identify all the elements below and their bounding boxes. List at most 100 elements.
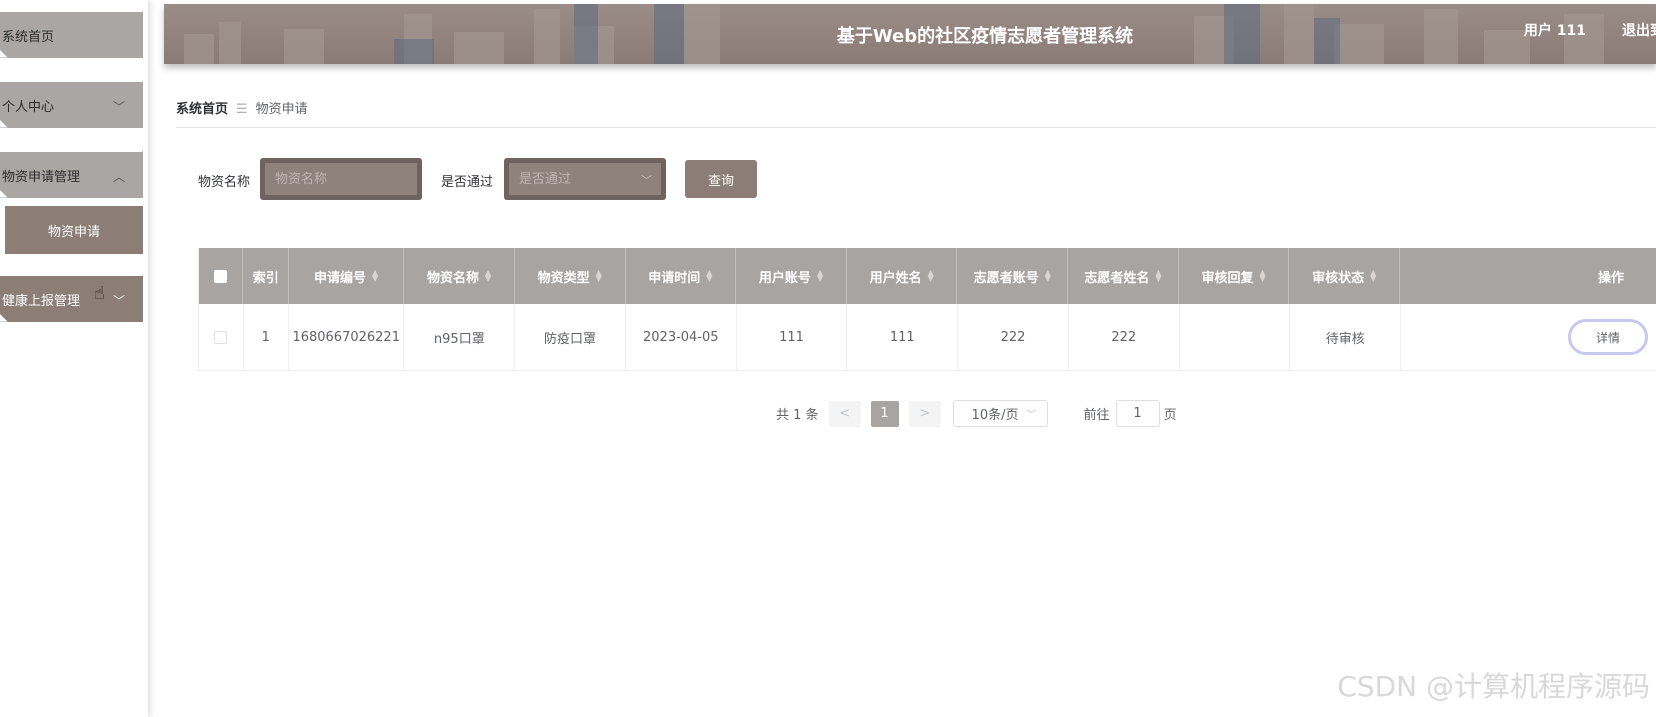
cell-apply-no: 1680667026221 (289, 304, 405, 370)
passed-filter-select[interactable] (509, 163, 661, 195)
column-header[interactable]: 志愿者姓名 ▲ ▼ (1068, 248, 1179, 304)
system-title: 基于Web的社区疫情志愿者管理系统 (836, 26, 1134, 47)
detail-button[interactable]: 详情 (1567, 319, 1648, 355)
current-user: 用户 111 (1523, 23, 1586, 39)
goto-label: 前往 (1083, 408, 1110, 423)
column-header[interactable]: 申请编号 ▲ ▼ (289, 248, 405, 304)
select-all-checkbox[interactable] (214, 269, 228, 283)
top-header: 基于Web的社区疫情志愿者管理系统 用户 111 退出到 (164, 4, 1656, 64)
cell-volunteer-name: 222 (1069, 304, 1180, 370)
header-select-all[interactable] (199, 248, 244, 304)
column-header[interactable]: 物资名称 ▲ ▼ (404, 248, 515, 304)
sort-icon[interactable]: ▲ ▼ (485, 269, 491, 283)
cell-reply (1180, 304, 1291, 370)
sort-icon[interactable]: ▲ ▼ (928, 269, 934, 283)
column-header-label: 审核状态 (1312, 270, 1365, 286)
supply-apply-table: 索引 申请编号 ▲ ▼ 物资名称 ▲ ▼ 物资类型 ▲ ▼ 申请时间 ▲ ▼ 用户账号 ▲ ▼ 用户… (198, 248, 1656, 371)
column-header-label: 索引 (252, 270, 279, 286)
table-header-row: 索引 申请编号 ▲ ▼ 物资名称 ▲ ▼ 物资类型 ▲ ▼ 申请时间 ▲ ▼ 用户账号 ▲ ▼ 用户… (199, 248, 1656, 304)
column-header[interactable]: 申请时间 ▲ ▼ (626, 248, 737, 304)
breadcrumb: 系统首页 ☰ 物资申请 (176, 98, 308, 117)
row-checkbox[interactable] (214, 330, 228, 344)
column-header: 索引 (243, 248, 289, 304)
hand-cursor-icon: ☝ (94, 283, 105, 304)
column-header-label: 物资名称 (427, 270, 480, 286)
pagination-total: 共 1 条 (776, 408, 819, 423)
pagination: 共 1 条 < 1 > 10条/页 ﹀ 前往 页 (776, 400, 1177, 427)
column-header-label: 物资类型 (537, 270, 590, 286)
passed-filter-box: ﹀ (504, 158, 666, 200)
sort-icon[interactable]: ▲ ▼ (817, 269, 823, 283)
column-header[interactable]: 用户账号 ▲ ▼ (736, 248, 847, 304)
passed-filter-label: 是否通过 (441, 175, 494, 190)
sidebar-item-health-report[interactable]: 健康上报管理 ﹀ (0, 276, 143, 322)
page-unit-label: 页 (1163, 408, 1177, 423)
cell-index: 1 (244, 304, 289, 370)
sidebar-item-home[interactable]: 系统首页 (0, 12, 143, 58)
column-header-label: 申请时间 (648, 270, 701, 286)
chevron-down-icon: ﹀ (112, 100, 125, 114)
column-header[interactable]: 物资类型 ▲ ▼ (515, 248, 626, 304)
chevron-down-icon: ﹀ (641, 174, 652, 187)
sidebar-item-label: 物资申请管理 (2, 169, 81, 185)
menu-wrap-supply: 物资申请管理 ︿ (0, 150, 143, 198)
cell-user-account: 111 (737, 304, 848, 370)
sort-icon[interactable]: ▲ ▼ (1155, 269, 1161, 283)
query-button[interactable]: 查询 (685, 160, 757, 198)
row-select-cell[interactable] (199, 304, 244, 370)
table-row: 1 1680667026221 n95口罩 防疫口罩 2023-04-05 11… (199, 304, 1656, 371)
column-header[interactable]: 审核回复 ▲ ▼ (1179, 248, 1290, 304)
sidebar-item-personal[interactable]: 个人中心 ﹀ (0, 82, 143, 128)
column-header[interactable]: 审核状态 ▲ ▼ (1289, 248, 1401, 304)
sidebar-item-label: 系统首页 (2, 29, 55, 45)
column-header[interactable]: 用户姓名 ▲ ▼ (847, 248, 958, 304)
page-size-select[interactable]: 10条/页 ﹀ (952, 400, 1048, 427)
cell-action: 详情 (1401, 304, 1656, 370)
sort-icon[interactable]: ▲ ▼ (706, 269, 712, 283)
cell-name: n95口罩 (404, 304, 516, 370)
chevron-down-icon: ﹀ (1026, 410, 1037, 421)
breadcrumb-home[interactable]: 系统首页 (176, 102, 228, 117)
chevron-down-icon: ﹀ (112, 294, 125, 308)
menu-wrap-personal: 个人中心 ﹀ (0, 80, 143, 128)
menu-wrap-health: 健康上报管理 ﹀ (0, 274, 143, 322)
cell-status: 待审核 (1290, 304, 1402, 370)
cell-volunteer-account: 222 (958, 304, 1069, 370)
page-number-button[interactable]: 1 (870, 400, 899, 427)
sidebar: 系统首页 个人中心 ﹀ 物资申请管理 ︿ 物资申请 健康上报管理 ﹀ ☝ (0, 0, 148, 717)
sort-icon[interactable]: ▲ ▼ (596, 269, 602, 283)
breadcrumb-divider (176, 127, 1656, 128)
sidebar-item-label: 物资申请 (47, 224, 100, 240)
breadcrumb-separator-icon: ☰ (236, 102, 248, 117)
column-header-label: 志愿者账号 (973, 270, 1039, 286)
sidebar-item-label: 健康上报管理 (2, 293, 81, 309)
cell-time: 2023-04-05 (626, 304, 737, 370)
column-header-label: 志愿者姓名 (1084, 270, 1150, 286)
cell-type: 防疫口罩 (515, 304, 626, 370)
sidebar-subitem-supply-apply[interactable]: 物资申请 (5, 206, 143, 254)
name-filter-input[interactable] (265, 163, 417, 195)
next-page-button[interactable]: > (908, 400, 941, 427)
column-header-label: 用户账号 (758, 270, 811, 286)
logout-link[interactable]: 退出到 (1622, 20, 1656, 40)
column-header-label: 申请编号 (314, 270, 367, 286)
sidebar-item-label: 个人中心 (2, 99, 55, 115)
sort-icon[interactable]: ▲ ▼ (1045, 269, 1051, 283)
sort-icon[interactable]: ▲ ▼ (1260, 269, 1266, 283)
name-filter-box (260, 158, 422, 200)
page-size-value: 10条/页 (971, 408, 1019, 423)
column-header-label: 用户姓名 (869, 270, 922, 286)
column-header-label: 操作 (1598, 270, 1625, 286)
column-header: 操作 (1400, 248, 1656, 304)
menu-wrap-home: 系统首页 (0, 10, 143, 58)
watermark: CSDN @计算机程序源码 (1337, 670, 1650, 703)
sort-icon[interactable]: ▲ ▼ (372, 269, 378, 283)
prev-page-button[interactable]: < (828, 400, 861, 427)
goto-page-input[interactable] (1115, 400, 1160, 427)
sort-icon[interactable]: ▲ ▼ (1370, 269, 1376, 283)
chevron-up-icon: ︿ (112, 170, 125, 184)
name-filter-label: 物资名称 (198, 175, 251, 190)
sidebar-item-supply-management[interactable]: 物资申请管理 ︿ (0, 152, 143, 198)
cell-user-name: 111 (847, 304, 959, 370)
column-header[interactable]: 志愿者账号 ▲ ▼ (957, 248, 1069, 304)
